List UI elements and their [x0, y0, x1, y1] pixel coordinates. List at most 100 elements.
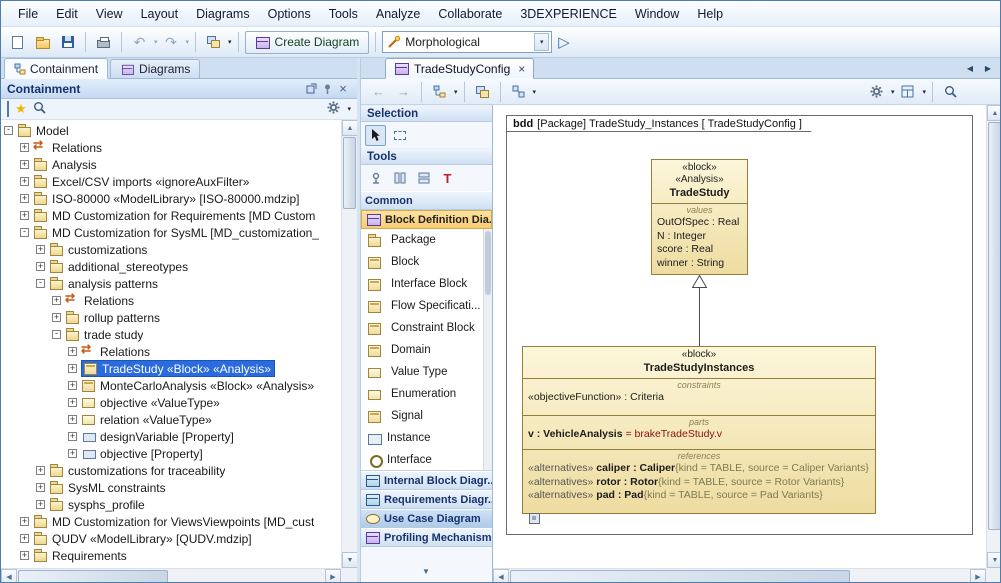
expand-toggle-icon[interactable]: [20, 160, 29, 169]
palette-item-enumeration[interactable]: Enumeration: [361, 383, 492, 405]
tree-item-requirements[interactable]: Requirements: [1, 547, 341, 564]
constraint-line[interactable]: «objectiveFunction» : Criteria: [523, 391, 875, 405]
menu-tools[interactable]: Tools: [320, 3, 367, 25]
dependencies-chevron-icon[interactable]: ▾: [533, 88, 537, 96]
palette-category-profiling[interactable]: Profiling Mechanism: [361, 528, 492, 547]
expand-toggle-icon[interactable]: [36, 245, 45, 254]
tree-item-relations[interactable]: Relations: [1, 139, 341, 156]
tab-diagrams[interactable]: Diagrams: [110, 59, 200, 78]
undo-icon[interactable]: ↶: [128, 31, 151, 54]
palette-selection-header[interactable]: Selection: [361, 105, 492, 122]
palette-category-use-case[interactable]: Use Case Diagram: [361, 509, 492, 528]
vertical-separator-icon[interactable]: [389, 168, 410, 189]
forward-diagram-icon[interactable]: →: [392, 80, 415, 103]
expand-toggle-icon[interactable]: [36, 466, 45, 475]
tree-item-tradestudy-selected[interactable]: TradeStudy «Block» «Analysis»: [1, 360, 341, 377]
scrollbar-thumb[interactable]: [485, 231, 491, 295]
collapse-toggle-icon[interactable]: [4, 126, 13, 135]
tree-item-analysis-patterns[interactable]: analysis patterns: [1, 275, 341, 292]
scroll-right-icon[interactable]: ▶: [970, 569, 986, 583]
palette-tools-header[interactable]: Tools: [361, 148, 492, 165]
settings-chevron-icon[interactable]: ▾: [347, 105, 351, 113]
redo-chevron-icon[interactable]: ▾: [186, 38, 190, 46]
next-tab-icon[interactable]: ▶: [980, 60, 996, 76]
menu-edit[interactable]: Edit: [47, 3, 87, 25]
reference-line[interactable]: «alternatives» pad : Pad{kind = TABLE, s…: [523, 489, 875, 503]
generalization-line[interactable]: [699, 288, 700, 346]
menu-options[interactable]: Options: [259, 3, 320, 25]
menu-3dexperience[interactable]: 3DEXPERIENCE: [511, 3, 626, 25]
value-line[interactable]: winner : String: [652, 257, 747, 271]
show-containment-icon[interactable]: [428, 80, 451, 103]
palette-item-signal[interactable]: Signal: [361, 405, 492, 427]
canvas-horizontal-scrollbar[interactable]: ◀ ▶: [493, 568, 986, 583]
collapse-toggle-icon[interactable]: [20, 228, 29, 237]
related-elements-icon[interactable]: [471, 80, 494, 103]
menu-diagrams[interactable]: Diagrams: [187, 3, 259, 25]
palette-item-instance[interactable]: Instance: [361, 427, 492, 449]
expand-toggle-icon[interactable]: [36, 500, 45, 509]
expand-toggle-icon[interactable]: [36, 262, 45, 271]
containment-chevron-icon[interactable]: ▾: [454, 88, 458, 96]
tree-item-rollup-patterns[interactable]: rollup patterns: [1, 309, 341, 326]
palette-item-domain[interactable]: Domain▾: [361, 339, 492, 361]
close-tab-icon[interactable]: ×: [518, 62, 525, 76]
horizontal-separator-icon[interactable]: [413, 168, 434, 189]
menu-view[interactable]: View: [87, 3, 132, 25]
tree-item-iso-80000[interactable]: ISO-80000 «ModelLibrary» [ISO-80000.mdzi…: [1, 190, 341, 207]
tree-item-sysml-constraints[interactable]: SysML constraints: [1, 479, 341, 496]
frame-properties-icon[interactable]: [529, 513, 540, 524]
expand-toggle-icon[interactable]: [36, 483, 45, 492]
scroll-down-icon[interactable]: ▼: [987, 552, 1001, 568]
expand-toggle-icon[interactable]: [20, 194, 29, 203]
palette-item-flow-specification[interactable]: Flow Specificati...: [361, 295, 492, 317]
value-line[interactable]: N : Integer: [652, 230, 747, 244]
run-perspective-icon[interactable]: ▷: [558, 33, 570, 51]
expand-toggle-icon[interactable]: [68, 381, 77, 390]
palette-category-common[interactable]: Common: [361, 191, 492, 210]
gear-icon[interactable]: [865, 80, 888, 103]
tree-vertical-scrollbar[interactable]: ▲ ▼: [341, 120, 357, 568]
expand-toggle-icon[interactable]: [20, 534, 29, 543]
value-line[interactable]: OutOfSpec : Real: [652, 216, 747, 230]
related-elements-icon[interactable]: [202, 31, 225, 54]
menu-file[interactable]: File: [9, 3, 47, 25]
dependencies-icon[interactable]: [507, 80, 530, 103]
related-elements-chevron-icon[interactable]: ▾: [228, 38, 232, 46]
tree-item-relation-valuetype[interactable]: relation «ValueType»: [1, 411, 341, 428]
open-element-icon[interactable]: [7, 102, 9, 116]
tree-item-trade-study[interactable]: trade study: [1, 326, 341, 343]
generalization-arrowhead[interactable]: [692, 275, 707, 288]
tree-item-sysphs-profile[interactable]: sysphs_profile: [1, 496, 341, 513]
reference-line[interactable]: «alternatives» rotor : Rotor{kind = TABL…: [523, 476, 875, 490]
note-anchor-icon[interactable]: [365, 168, 386, 189]
menu-window[interactable]: Window: [626, 3, 688, 25]
expand-toggle-icon[interactable]: [68, 449, 77, 458]
tree-item-objective-valuetype[interactable]: objective «ValueType»: [1, 394, 341, 411]
tree-item-analysis[interactable]: Analysis: [1, 156, 341, 173]
cursor-tool-icon[interactable]: [365, 125, 386, 146]
quick-search-icon[interactable]: [33, 101, 46, 117]
tree-item-customizations[interactable]: customizations: [1, 241, 341, 258]
trade-study-instances-block[interactable]: «block» TradeStudyInstances constraints …: [522, 346, 876, 514]
tree-item-md-customization-sysml[interactable]: MD Customization for SysML [MD_customiza…: [1, 224, 341, 241]
palette-category-block-definition[interactable]: Block Definition Dia...: [361, 210, 492, 229]
reference-line[interactable]: «alternatives» caliper : Caliper{kind = …: [523, 462, 875, 476]
print-icon[interactable]: [92, 31, 115, 54]
tree-item-designvariable-property[interactable]: designVariable [Property]: [1, 428, 341, 445]
diagram-frame-header[interactable]: bdd [Package] TradeStudy_Instances [ Tra…: [506, 115, 823, 132]
palette-category-requirements[interactable]: Requirements Diagr...: [361, 490, 492, 509]
trade-study-block[interactable]: «block» «Analysis» TradeStudy values Out…: [651, 159, 748, 275]
combobox-dropdown-icon[interactable]: ▾: [534, 33, 549, 51]
palette-item-interface[interactable]: Interface: [361, 449, 492, 471]
new-project-icon[interactable]: [6, 31, 29, 54]
tab-containment[interactable]: Containment: [4, 58, 108, 79]
marquee-select-icon[interactable]: [389, 125, 410, 146]
tree-item-additional-stereotypes[interactable]: additional_stereotypes: [1, 258, 341, 275]
value-line[interactable]: score : Real: [652, 243, 747, 257]
scrollbar-thumb[interactable]: [18, 570, 168, 583]
expand-toggle-icon[interactable]: [52, 313, 61, 322]
tab-tradestudyconfig[interactable]: TradeStudyConfig ×: [385, 58, 534, 79]
create-diagram-button[interactable]: Create Diagram: [245, 31, 370, 54]
scrollbar-thumb[interactable]: [988, 122, 1001, 530]
